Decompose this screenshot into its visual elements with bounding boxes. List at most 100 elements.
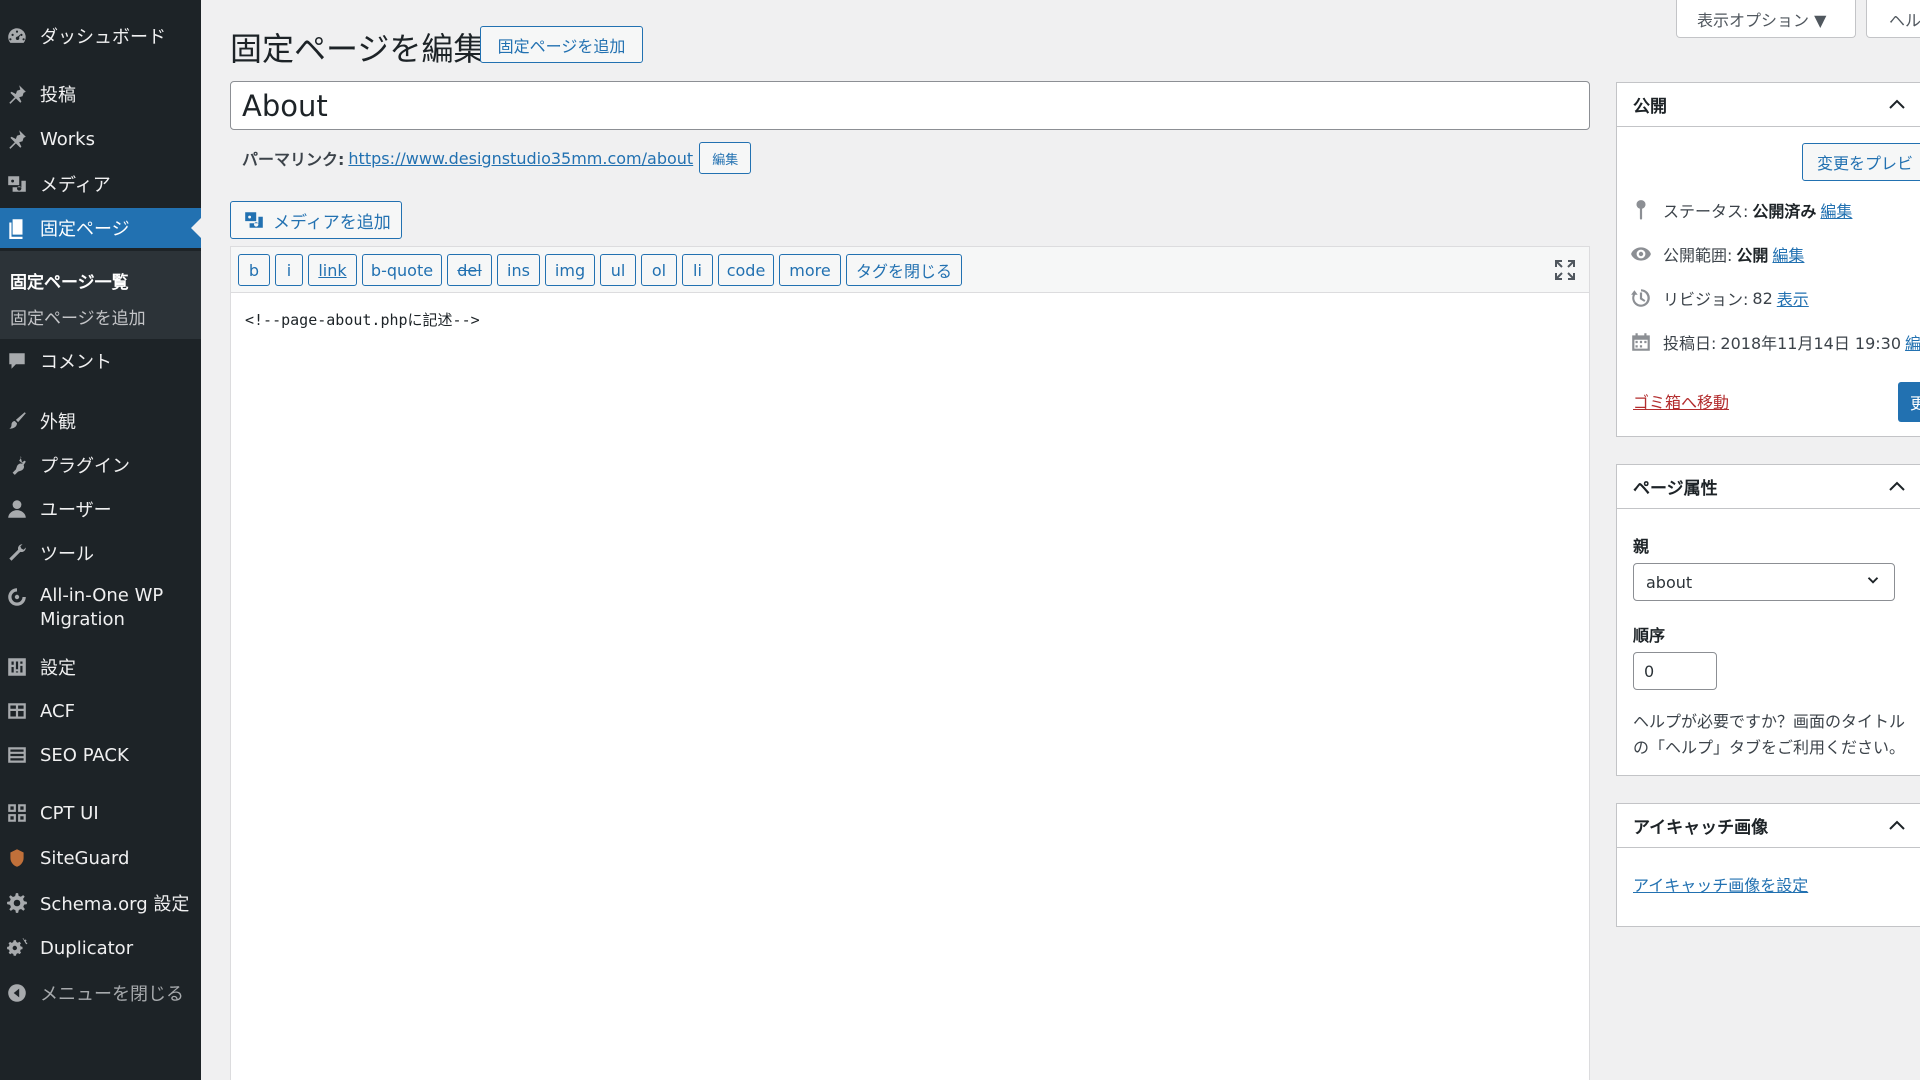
text-editor: b i link b-quote del ins img ul ol li co…	[230, 246, 1590, 1080]
comment-icon	[0, 341, 34, 381]
visibility-row: 公開範囲: 公開 編集	[1629, 239, 1804, 269]
gears-icon	[0, 928, 34, 968]
menu-settings[interactable]: 設定	[0, 647, 201, 687]
status-edit-link[interactable]: 編集	[1820, 198, 1852, 222]
qt-ol-label: ol	[651, 260, 667, 280]
qt-li-button[interactable]: li	[682, 254, 713, 286]
preview-changes-label: 変更をプレビ	[1817, 154, 1914, 173]
page-attributes-header[interactable]: ページ属性	[1617, 465, 1920, 509]
revisions-browse-link[interactable]: 表示	[1777, 286, 1809, 310]
qt-img-button[interactable]: img	[545, 254, 595, 286]
collapse-arrow-icon	[0, 973, 34, 1013]
qt-ins-label: ins	[507, 260, 530, 280]
qt-bold-button[interactable]: b	[238, 254, 270, 286]
chevron-down-icon	[1864, 571, 1882, 593]
menu-comments[interactable]: コメント	[0, 341, 201, 381]
qt-blockquote-button[interactable]: b-quote	[362, 254, 442, 286]
qt-ins-button[interactable]: ins	[497, 254, 540, 286]
qt-link-button[interactable]: link	[308, 254, 357, 286]
permalink-link[interactable]: https://www.designstudio35mm.com/about	[348, 149, 693, 168]
menu-pages[interactable]: 固定ページ	[0, 208, 201, 248]
table-icon	[0, 691, 34, 731]
visibility-value: 公開	[1736, 246, 1769, 265]
menu-tools[interactable]: ツール	[0, 533, 201, 573]
menu-label: 設定	[40, 658, 76, 679]
visibility-edit-link[interactable]: 編集	[1772, 242, 1804, 266]
chevron-up-icon[interactable]	[1885, 814, 1909, 838]
menu-label: All-in-One WP	[40, 585, 164, 606]
menu-label: メディア	[40, 175, 111, 196]
menu-media[interactable]: メディア	[0, 164, 201, 204]
update-button[interactable]: 更	[1898, 382, 1920, 422]
calendar-icon	[1629, 330, 1653, 354]
qt-ul-button[interactable]: ul	[600, 254, 636, 286]
help-tab[interactable]: ヘル	[1866, 0, 1920, 38]
menu-users[interactable]: ユーザー	[0, 489, 201, 529]
featured-image-title: アイキャッチ画像	[1633, 818, 1769, 838]
move-to-trash-link[interactable]: ゴミ箱へ移動	[1633, 389, 1729, 413]
add-media-button[interactable]: メディアを追加	[230, 201, 402, 239]
gear-icon	[0, 883, 34, 923]
chevron-up-icon[interactable]	[1885, 475, 1909, 499]
menu-siteguard[interactable]: SiteGuard	[0, 838, 201, 878]
help-text-line2: の「ヘルプ」タブをご利用ください。	[1633, 738, 1906, 757]
quicktags-toolbar: b i link b-quote del ins img ul ol li co…	[231, 247, 1589, 293]
menu-schema-settings[interactable]: Schema.org 設定	[0, 883, 201, 923]
qt-bold-label: b	[248, 260, 260, 280]
menu-appearance[interactable]: 外観	[0, 401, 201, 441]
qt-ol-button[interactable]: ol	[641, 254, 677, 286]
submenu-add-page[interactable]: 固定ページを追加	[0, 301, 201, 337]
menu-label: SEO PACK	[40, 744, 129, 766]
qt-del-button[interactable]: del	[447, 254, 492, 286]
preview-changes-button[interactable]: 変更をプレビ	[1802, 143, 1920, 181]
qt-italic-button[interactable]: i	[275, 254, 303, 286]
menu-duplicator[interactable]: Duplicator	[0, 928, 201, 968]
screen-options-tab[interactable]: 表示オプション ▼	[1676, 0, 1856, 38]
qt-del-label: del	[457, 260, 482, 280]
post-title-input[interactable]	[230, 81, 1590, 130]
fullscreen-button[interactable]	[1553, 258, 1577, 282]
menu-all-in-one-migration[interactable]: All-in-One WP Migration	[0, 578, 201, 634]
order-input[interactable]	[1633, 652, 1717, 690]
admin-sidebar: ダッシュボード 投稿 Works メディア 固定ページ 固定ページ一覧 固定ペー…	[0, 0, 201, 1080]
menu-label: メニューを閉じる	[40, 984, 184, 1005]
menu-dashboard[interactable]: ダッシュボード	[0, 16, 201, 56]
set-featured-image-link[interactable]: アイキャッチ画像を設定	[1633, 872, 1808, 896]
menu-works[interactable]: Works	[0, 119, 201, 159]
eye-icon	[1629, 242, 1653, 266]
featured-image-header[interactable]: アイキャッチ画像	[1617, 804, 1920, 848]
qt-code-button[interactable]: code	[718, 254, 774, 286]
status-row: ステータス: 公開済み 編集	[1629, 195, 1852, 225]
chevron-up-icon[interactable]	[1885, 93, 1909, 117]
collapse-menu-button[interactable]: メニューを閉じる	[0, 973, 201, 1013]
menu-cpt-ui[interactable]: CPT UI	[0, 793, 201, 833]
publish-box: 公開 変更をプレビ ステータス: 公開済み 編集 公開範囲: 公開 編集 リビジ…	[1616, 82, 1920, 437]
menu-plugins[interactable]: プラグイン	[0, 445, 201, 485]
permalink-edit-button[interactable]: 編集	[699, 142, 752, 174]
publish-box-header[interactable]: 公開	[1617, 83, 1920, 127]
qt-more-button[interactable]: more	[779, 254, 841, 286]
media-icon	[0, 164, 34, 204]
pin-icon	[1629, 198, 1653, 222]
add-media-label: メディアを追加	[273, 212, 391, 233]
menu-label: ダッシュボード	[40, 27, 166, 48]
menu-label-line2: Migration	[40, 609, 125, 630]
publish-date-edit-link[interactable]: 編集	[1905, 330, 1920, 354]
update-label: 更	[1910, 394, 1920, 413]
parent-select[interactable]: about	[1633, 563, 1895, 601]
menu-acf[interactable]: ACF	[0, 691, 201, 731]
menu-posts[interactable]: 投稿	[0, 74, 201, 114]
page-attributes-box: ページ属性 親 about 順序 ヘルプが必要ですか？画面のタイトル の「ヘルプ…	[1616, 464, 1920, 776]
publish-date-row: 投稿日: 2018年11月14日 19:30 編集	[1629, 327, 1920, 357]
dashboard-icon	[0, 16, 34, 56]
editor-textarea[interactable]: <!--page-about.phpに記述-->	[245, 309, 480, 330]
qt-close-tags-button[interactable]: タグを閉じる	[846, 254, 962, 286]
permalink-row: パーマリンク: https://www.designstudio35mm.com…	[242, 142, 752, 174]
add-media-icon	[243, 209, 265, 231]
migration-icon	[0, 584, 34, 610]
qt-ul-label: ul	[610, 260, 626, 280]
submenu-all-pages[interactable]: 固定ページ一覧	[0, 265, 201, 301]
pages-submenu: 固定ページ一覧 固定ページを追加	[0, 251, 201, 339]
add-new-page-button[interactable]: 固定ページを追加	[480, 26, 643, 63]
menu-seo-pack[interactable]: SEO PACK	[0, 735, 201, 775]
